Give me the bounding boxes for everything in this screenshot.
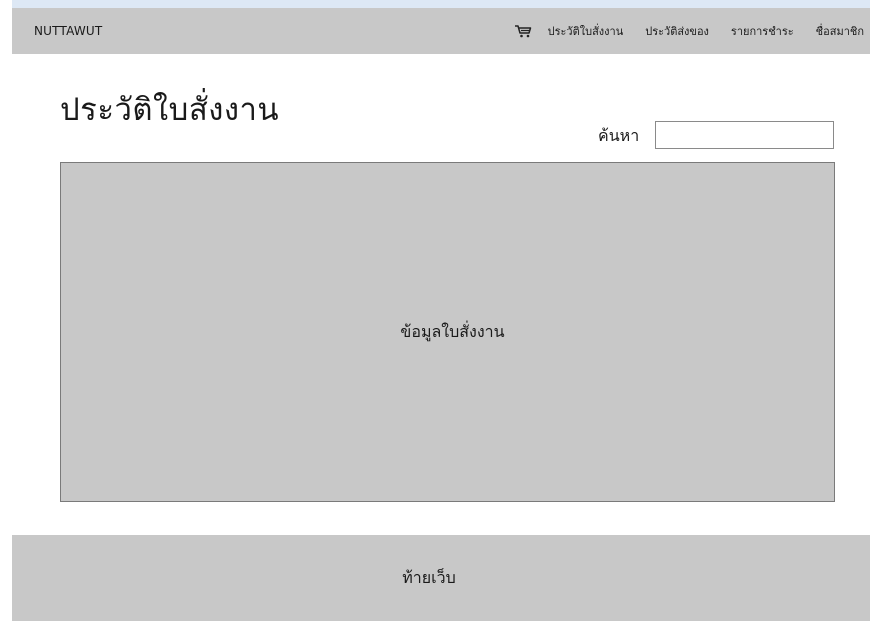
search-label: ค้นหา [598, 126, 640, 145]
nav-menu: ประวัติใบสั่งงาน ประวัติส่งของ รายการชำร… [514, 8, 864, 54]
nav-link-member-name[interactable]: ชื่อสมาชิก [816, 22, 864, 40]
footer-text: ท้ายเว็บ [402, 567, 456, 587]
order-data-panel: ข้อมูลใบสั่งงาน [60, 162, 835, 502]
search-input[interactable] [655, 121, 834, 149]
brand-logo[interactable]: NUTTAWUT [34, 8, 102, 54]
cart-icon[interactable] [514, 24, 532, 38]
nav-link-order-history[interactable]: ประวัติใบสั่งงาน [548, 22, 624, 40]
navbar: NUTTAWUT ประวัติใบสั่งงาน ประวัติส่งของ … [12, 8, 870, 54]
footer: ท้ายเว็บ [12, 535, 870, 621]
nav-link-delivery-history[interactable]: ประวัติส่งของ [645, 22, 709, 40]
window-top-strip [12, 0, 870, 8]
order-data-placeholder: ข้อมูลใบสั่งงาน [400, 321, 505, 341]
page-title: ประวัติใบสั่งงาน [60, 92, 280, 128]
nav-link-payments[interactable]: รายการชำระ [731, 22, 794, 40]
